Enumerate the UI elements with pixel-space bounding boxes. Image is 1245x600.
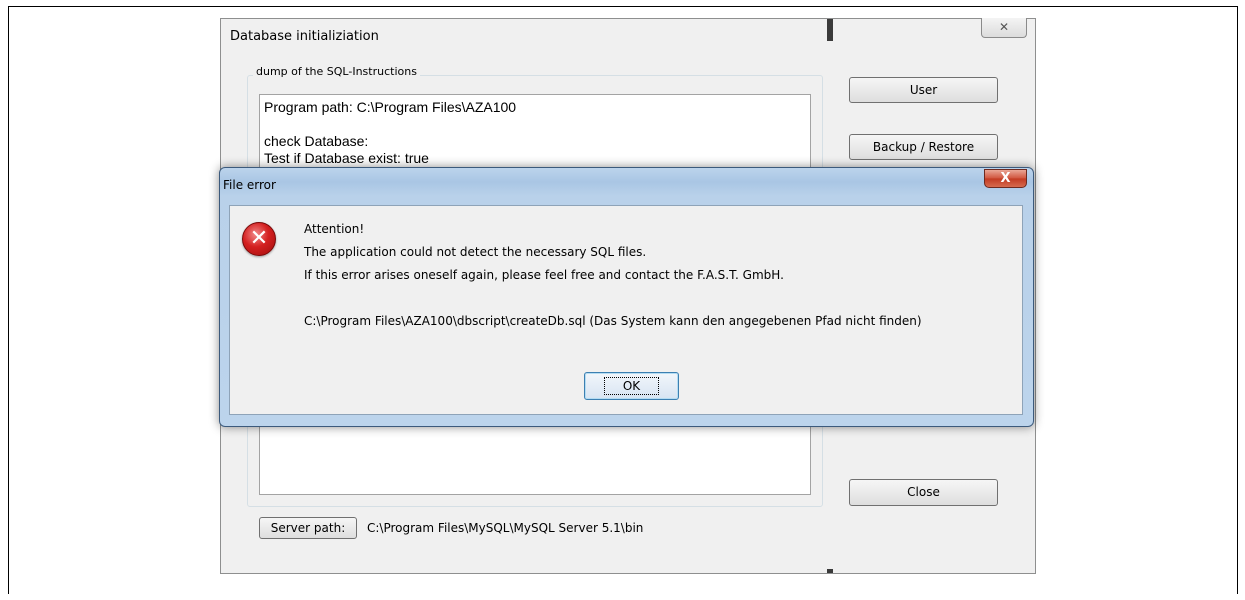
ok-button[interactable]: OK [584,372,679,400]
divider [827,19,833,41]
ok-label: OK [603,377,660,395]
window-title: Database initializiation [230,29,379,44]
dialog-title: File error [223,178,276,192]
dialog-close-button[interactable]: X [984,169,1027,188]
error-path-line: C:\Program Files\AZA100\dbscript\createD… [304,314,922,328]
dialog-content: ✕ Attention! The application could not d… [229,205,1023,415]
group-label: dump of the SQL-Instructions [253,65,420,78]
message-line: The application could not detect the nec… [304,245,647,259]
message-line: If this error arises oneself again, plea… [304,268,784,282]
error-icon: ✕ [242,222,276,256]
divider [827,569,833,573]
message-line: Attention! [304,222,365,236]
user-button[interactable]: User [849,77,998,103]
log-line: Program path: C:\Program Files\AZA100 [264,99,517,115]
log-line: Test if Database exist: true [264,150,429,166]
sql-dump-textarea[interactable]: Program path: C:\Program Files\AZA100 ch… [259,94,811,174]
window-close-button[interactable]: ✕ [981,18,1027,38]
server-path-button[interactable]: Server path: [259,517,357,539]
log-line: check Database: [264,133,369,149]
sql-dump-textarea-lower[interactable] [259,423,811,495]
backup-restore-button[interactable]: Backup / Restore [849,134,998,160]
file-error-dialog: File error X ✕ Attention! The applicatio… [219,167,1034,427]
server-path-value: C:\Program Files\MySQL\MySQL Server 5.1\… [367,521,644,535]
close-button[interactable]: Close [849,479,998,506]
